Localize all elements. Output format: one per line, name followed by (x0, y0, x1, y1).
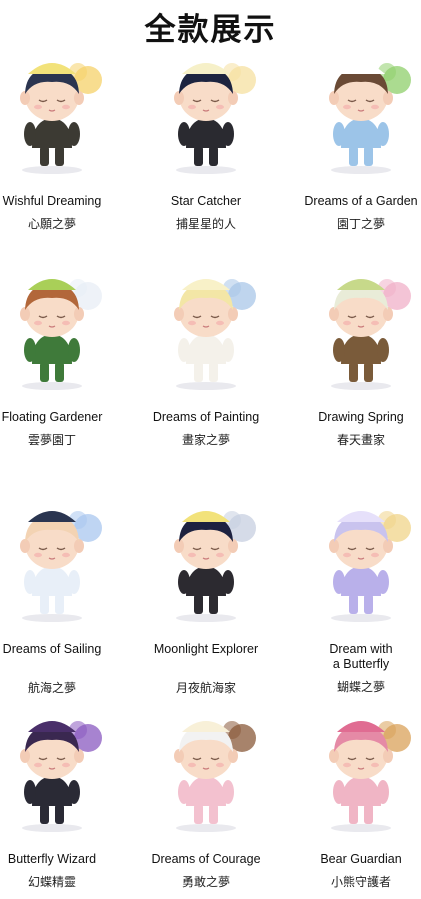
figure-name-zh: 園丁之夢 (336, 217, 385, 231)
figure-card[interactable]: Dreams of Painting 畫家之夢 (136, 264, 276, 448)
figure-name-zh: 航海之夢 (27, 681, 76, 695)
figure-name-zh: 心願之夢 (27, 217, 76, 231)
figure-name-zh: 雲夢園丁 (27, 433, 76, 447)
dreams-of-courage-figure-icon (174, 721, 256, 832)
wishful-dreaming-figure-icon (20, 63, 102, 174)
figure-name-en: Drawing Spring (318, 410, 404, 424)
figure-card[interactable]: Star Catcher 捕星星的人 (136, 48, 276, 232)
figure-card[interactable]: Drawing Spring 春天畫家 (291, 264, 421, 448)
figure-card[interactable]: Wishful Dreaming 心願之夢 (0, 48, 122, 232)
dreams-of-painting-figure-icon (174, 279, 256, 390)
figure-name-en: Bear Guardian (320, 852, 402, 866)
figure-name-en: Wishful Dreaming (2, 194, 102, 208)
figure-name-zh: 勇敢之夢 (181, 875, 230, 889)
figure-name-en: Moonlight Explorer (153, 642, 259, 656)
figure-name-zh: 小熊守護者 (330, 875, 391, 889)
figure-card[interactable]: Moonlight Explorer 月夜航海家 (136, 496, 276, 696)
figure-card[interactable]: Dreams of Courage 勇敢之夢 (136, 706, 276, 890)
figure-name-zh: 蝴蝶之夢 (336, 680, 385, 694)
figure-name-zh: 月夜航海家 (175, 681, 236, 695)
dreams-of-sailing-figure-icon (20, 511, 102, 622)
figure-name-en: Dreams of a Garden (304, 194, 418, 208)
figure-name-zh: 畫家之夢 (181, 433, 230, 447)
figure-name-en: Dreams of Courage (151, 852, 261, 866)
figure-card[interactable]: Dreams of a Garden 園丁之夢 (291, 48, 421, 232)
figure-grid: Wishful Dreaming 心願之夢 Star Catcher 捕星星的人 Dre… (0, 0, 421, 899)
drawing-spring-figure-icon (329, 279, 411, 390)
star-catcher-figure-icon (174, 63, 256, 174)
figure-card[interactable]: Floating Gardener 雲夢園丁 (0, 264, 122, 448)
figure-name-en: Dreams of Sailing (2, 642, 102, 656)
figure-name-zh: 幻蝶精靈 (27, 875, 76, 889)
figure-name-zh: 捕星星的人 (175, 217, 236, 231)
dream-with-a-butterfly-figure-icon (329, 511, 411, 622)
floating-gardener-figure-icon (20, 279, 102, 390)
figure-card[interactable]: Dreams of Sailing 航海之夢 (0, 496, 122, 696)
figure-name-en: Floating Gardener (1, 410, 103, 424)
figure-name-en: Dreams of Painting (152, 410, 260, 424)
figure-card[interactable]: Butterfly Wizard 幻蝶精靈 (0, 706, 122, 890)
dreams-of-a-garden-figure-icon (329, 63, 411, 174)
bear-guardian-figure-icon (329, 721, 411, 832)
figure-name-en: Dream with a Butterfly (329, 642, 393, 671)
figure-card[interactable]: Bear Guardian 小熊守護者 (291, 706, 421, 890)
figure-name-en: Butterfly Wizard (7, 852, 97, 866)
figure-name-en: Star Catcher (170, 194, 242, 208)
figure-name-zh: 春天畫家 (336, 433, 385, 447)
butterfly-wizard-figure-icon (20, 721, 102, 832)
moonlight-explorer-figure-icon (174, 511, 256, 622)
figure-card[interactable]: Dream with a Butterfly 蝴蝶之夢 (291, 496, 421, 695)
